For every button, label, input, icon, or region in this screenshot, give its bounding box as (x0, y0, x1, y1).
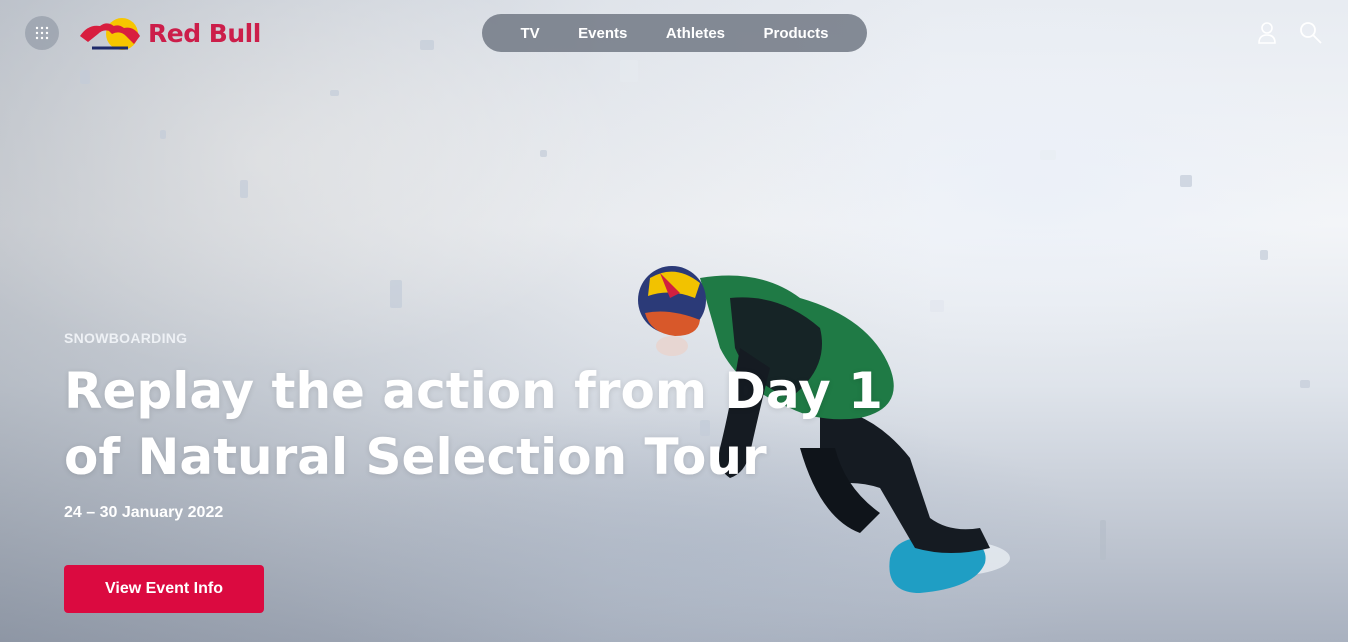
snow-flake (1300, 380, 1310, 388)
snow-flake (540, 150, 547, 157)
user-icon (1258, 22, 1276, 44)
nav-item-products[interactable]: Products (764, 25, 829, 42)
hero-content: SNOWBOARDING Replay the action from Day … (64, 330, 924, 522)
snow-flake (1040, 150, 1056, 160)
hero-headline[interactable]: Replay the action from Day 1 of Natural … (64, 358, 924, 490)
snow-flake (160, 130, 166, 139)
nav-item-events[interactable]: Events (578, 25, 627, 42)
category-label[interactable]: SNOWBOARDING (64, 330, 924, 346)
top-navigation: Red Bull TV Events Athletes Products (0, 0, 1348, 68)
main-nav: TV Events Athletes Products (482, 14, 867, 52)
account-button[interactable] (1254, 20, 1280, 46)
snow-flake (1100, 520, 1106, 560)
red-bull-emblem-icon (80, 18, 140, 50)
snow-flake (390, 280, 402, 308)
search-icon (1300, 22, 1322, 44)
nav-item-athletes[interactable]: Athletes (666, 25, 725, 42)
red-bull-logo[interactable]: Red Bull (78, 14, 261, 52)
apps-menu-button[interactable] (25, 16, 59, 50)
snow-flake (240, 180, 248, 198)
snow-flake (1180, 175, 1192, 187)
view-event-info-button[interactable]: View Event Info (64, 565, 264, 613)
nav-item-tv[interactable]: TV (520, 25, 539, 42)
logo-text: Red Bull (148, 18, 261, 48)
hero-background (0, 0, 1348, 642)
grid-icon (35, 26, 49, 40)
snow-flake (330, 90, 339, 96)
event-dates: 24 – 30 January 2022 (64, 504, 224, 521)
snow-flake (80, 70, 90, 84)
snow-flake (1260, 250, 1268, 260)
search-button[interactable] (1298, 20, 1324, 46)
